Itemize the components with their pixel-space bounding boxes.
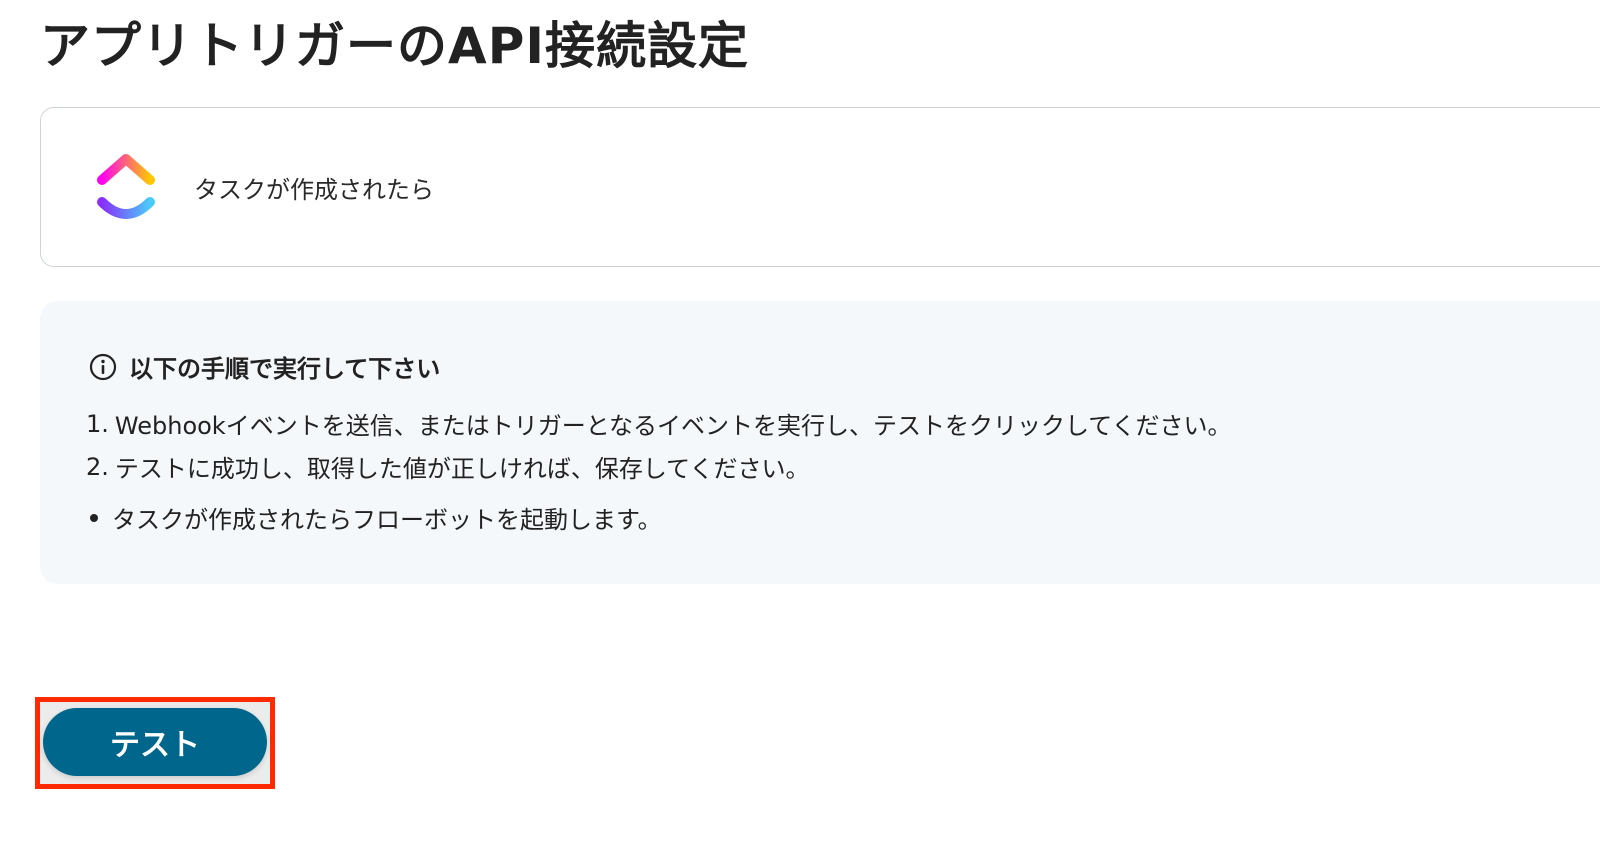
page: アプリトリガーのAPI接続設定 タスクが作成されたら 以下の手順で実行して下さい… [0,0,1600,841]
note-text: タスクが作成されたらフローボットを起動します。 [112,506,662,534]
step-item: 2. テストに成功し、取得した値が正しければ、保存してください。 [86,445,1232,488]
instructions-header: 以下の手順で実行して下さい [89,349,440,384]
step-text: Webhookイベントを送信、またはトリガーとなるイベントを実行し、テストをクリ… [114,412,1232,440]
bullet-icon [90,513,98,522]
trigger-card[interactable]: タスクが作成されたら [40,107,1600,267]
step-text: テストに成功し、取得した値が正しければ、保存してください。 [114,455,810,483]
info-circle-icon [89,353,117,380]
instructions-panel: 以下の手順で実行して下さい 1. Webhookイベントを送信、またはトリガーと… [40,301,1600,584]
step-number: 1. [86,409,109,438]
test-button[interactable]: テスト [43,708,267,776]
page-title: アプリトリガーのAPI接続設定 [40,17,749,75]
instructions-steps: 1. Webhookイベントを送信、またはトリガーとなるイベントを実行し、テスト… [86,402,1232,488]
step-item: 1. Webhookイベントを送信、またはトリガーとなるイベントを実行し、テスト… [86,402,1232,445]
trigger-label: タスクが作成されたら [194,176,434,204]
step-number: 2. [86,452,109,481]
clickup-logo-icon [97,154,155,219]
instructions-title: 以下の手順で実行して下さい [129,355,441,383]
note-item: タスクが作成されたらフローボットを起動します。 [86,500,662,535]
